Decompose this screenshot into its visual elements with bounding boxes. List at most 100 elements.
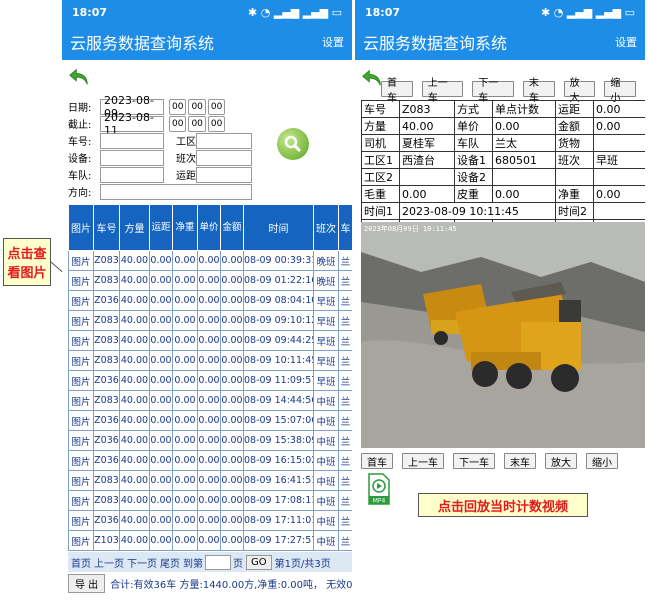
- table-cell: 中班: [313, 450, 339, 471]
- direction-row: 方向:: [68, 183, 252, 200]
- table-cell: 0.00: [172, 470, 198, 491]
- zoom-out-button-2[interactable]: 缩小: [586, 453, 618, 469]
- table-cell: 0.00: [220, 530, 244, 551]
- table-cell: 兰: [338, 490, 352, 511]
- app-bar-2: 云服务数据查询系统 设置: [355, 24, 645, 60]
- prev-truck-button-2[interactable]: 上一车: [402, 453, 444, 469]
- back-arrow-icon-2[interactable]: [361, 68, 383, 90]
- detail-cell: 运距: [555, 100, 594, 118]
- first-truck-button-2[interactable]: 首车: [361, 453, 393, 469]
- table-row: 图片 Z083 40.00 0.00 0.00 0.00 0.00 08-09 10:11:4…: [68, 350, 352, 371]
- image-link[interactable]: 图片: [68, 490, 94, 511]
- direction-input[interactable]: [100, 183, 252, 200]
- detail-cell: 货物: [555, 134, 594, 152]
- next-truck-button[interactable]: 下一车: [472, 78, 514, 104]
- first-truck-button[interactable]: 首车: [381, 78, 413, 104]
- last-truck-button-2[interactable]: 末车: [504, 453, 536, 469]
- zoom-in-button-2[interactable]: 放大: [545, 453, 577, 469]
- next-truck-button-2[interactable]: 下一车: [453, 453, 495, 469]
- table-cell: Z083: [93, 470, 120, 491]
- truck-input[interactable]: [100, 132, 164, 149]
- last-page-link[interactable]: 尾页: [160, 555, 180, 570]
- image-link[interactable]: 图片: [68, 450, 94, 471]
- search-button[interactable]: [277, 128, 309, 160]
- detail-row: 方量 40.00 单价 0.00 金额 0.00: [361, 117, 645, 135]
- table-cell: Z103: [93, 530, 120, 551]
- distance-input[interactable]: [196, 166, 252, 183]
- photo-timestamp: 2023年08月09日 10:11:45: [364, 224, 457, 233]
- image-link[interactable]: 图片: [68, 250, 94, 271]
- export-button[interactable]: 导 出: [68, 574, 106, 593]
- image-link[interactable]: 图片: [68, 270, 94, 291]
- detail-cell: 早班: [593, 151, 645, 169]
- detail-cell: 0.00: [593, 185, 645, 203]
- image-link[interactable]: 图片: [68, 390, 94, 411]
- team-input[interactable]: [100, 166, 164, 183]
- table-cell: 0.00: [172, 390, 198, 411]
- image-link[interactable]: 图片: [68, 530, 94, 551]
- back-arrow-icon[interactable]: [68, 67, 90, 89]
- image-link[interactable]: 图片: [68, 470, 94, 491]
- first-page-link[interactable]: 首页: [71, 555, 91, 570]
- page-number-input[interactable]: [205, 554, 231, 570]
- end-second-select[interactable]: 00: [207, 115, 226, 132]
- table-cell: 0.00: [220, 310, 244, 331]
- table-cell: 08-09 17:27:57: [243, 530, 314, 551]
- image-link[interactable]: 图片: [68, 290, 94, 311]
- mp4-video-icon[interactable]: MP4: [367, 473, 391, 505]
- table-cell: 0.00: [149, 410, 173, 431]
- table-cell: 40.00: [119, 470, 150, 491]
- table-cell: 0.00: [172, 350, 198, 371]
- area-input[interactable]: [196, 132, 252, 149]
- table-cell: 40.00: [119, 430, 150, 451]
- image-link[interactable]: 图片: [68, 350, 94, 371]
- settings-button-2[interactable]: 设置: [615, 34, 637, 50]
- table-cell: 兰: [338, 310, 352, 331]
- image-link[interactable]: 图片: [68, 410, 94, 431]
- start-hour-select[interactable]: 00: [169, 98, 187, 115]
- end-minute-select[interactable]: 00: [188, 115, 206, 132]
- zoom-out-button[interactable]: 缩小: [604, 78, 637, 104]
- image-link[interactable]: 图片: [68, 370, 94, 391]
- app-title: 云服务数据查询系统: [70, 34, 215, 53]
- table-cell: 40.00: [119, 410, 150, 431]
- table-row: 图片 Z036 40.00 0.00 0.00 0.00 0.00 08-09 08:04:1…: [68, 290, 352, 311]
- table-cell: 08-09 11:09:57: [243, 370, 314, 391]
- image-link[interactable]: 图片: [68, 510, 94, 531]
- table-cell: 0.00: [149, 390, 173, 411]
- image-link[interactable]: 图片: [68, 310, 94, 331]
- table-cell: 早班: [313, 370, 339, 391]
- table-row: 图片 Z036 40.00 0.00 0.00 0.00 0.00 08-09 17:11:0…: [68, 510, 352, 531]
- settings-button[interactable]: 设置: [322, 34, 344, 50]
- signal-icon: ✱ ◔ ▂▄▆ ▂▄▆ ▭: [248, 5, 342, 19]
- last-truck-button[interactable]: 末车: [522, 78, 555, 104]
- start-minute-select[interactable]: 00: [188, 98, 206, 115]
- detail-cell: [593, 134, 645, 152]
- prev-page-link[interactable]: 上一页: [94, 555, 124, 570]
- table-cell: 0.00: [149, 330, 173, 351]
- table-cell: 兰: [338, 430, 352, 451]
- image-link[interactable]: 图片: [68, 430, 94, 451]
- table-cell: 0.00: [172, 330, 198, 351]
- next-page-link[interactable]: 下一页: [127, 555, 157, 570]
- end-hour-select[interactable]: 00: [169, 115, 187, 132]
- table-row: 图片 Z083 40.00 0.00 0.00 0.00 0.00 08-09 09:10:1…: [68, 310, 352, 331]
- table-cell: Z083: [93, 350, 120, 371]
- detail-cell: 0.00: [492, 117, 556, 135]
- device-input[interactable]: [100, 149, 164, 166]
- table-cell: 兰: [338, 290, 352, 311]
- end-date-input[interactable]: 2023-08-11: [100, 111, 164, 137]
- prev-truck-button[interactable]: 上一车: [421, 78, 464, 104]
- detail-cell: 设备2: [454, 168, 493, 186]
- go-button[interactable]: GO: [246, 554, 272, 570]
- table-cell: 0.00: [220, 470, 244, 491]
- start-second-select[interactable]: 00: [207, 98, 226, 115]
- image-link[interactable]: 图片: [68, 330, 94, 351]
- detail-cell: 40.00: [399, 117, 455, 135]
- table-cell: 08-09 09:44:25: [243, 330, 314, 351]
- table-cell: 0.00: [220, 430, 244, 451]
- detail-cell: 方式: [454, 100, 493, 118]
- zoom-in-button[interactable]: 放大: [563, 78, 596, 104]
- detail-cell: 单点计数: [492, 100, 556, 118]
- shift-input[interactable]: [196, 149, 252, 166]
